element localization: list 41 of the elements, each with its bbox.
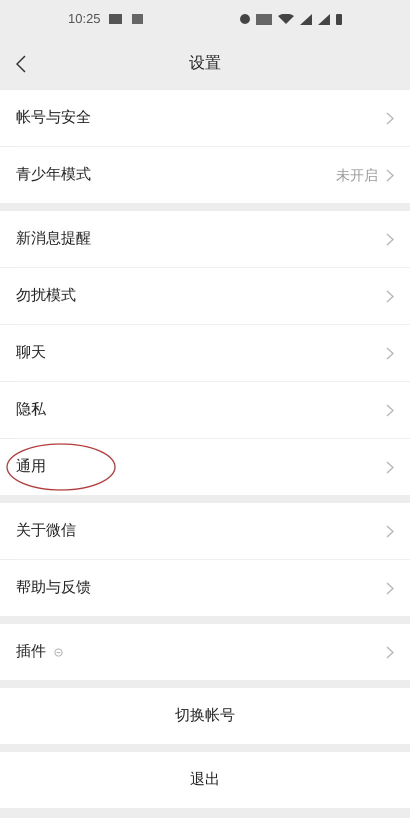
row-label: 聊天 xyxy=(16,342,46,363)
back-icon[interactable] xyxy=(16,55,26,73)
settings-row[interactable]: 插件 xyxy=(0,624,410,680)
chevron-right-icon xyxy=(386,582,394,594)
row-value: 未开启 xyxy=(336,166,378,184)
row-label: 帮助与反馈 xyxy=(16,578,91,598)
action-button[interactable]: 切换帐号 xyxy=(0,688,410,744)
chevron-right-icon xyxy=(386,290,394,302)
row-label: 帐号与安全 xyxy=(16,108,91,128)
row-label: 勿扰模式 xyxy=(16,286,76,306)
chevron-right-icon xyxy=(386,168,394,182)
row-label: 通用 xyxy=(16,456,46,477)
settings-row[interactable]: 帐号与安全 xyxy=(0,90,410,146)
row-label: 新消息提醒 xyxy=(16,228,91,249)
chevron-right-icon xyxy=(386,524,394,538)
row-label: 关于微信 xyxy=(16,520,76,541)
chevron-right-icon xyxy=(386,112,394,124)
signal-icon xyxy=(300,14,312,24)
settings-row[interactable]: 聊天 xyxy=(0,325,410,381)
settings-row[interactable]: 通用 xyxy=(0,439,410,495)
settings-row[interactable]: 勿扰模式 xyxy=(0,268,410,324)
chevron-right-icon xyxy=(386,232,394,246)
chevron-right-icon xyxy=(386,646,394,658)
settings-row[interactable]: 关于微信 xyxy=(0,503,410,559)
chevron-right-icon xyxy=(386,346,394,360)
chevron-right-icon xyxy=(386,404,394,416)
row-label: 插件 xyxy=(16,642,46,662)
settings-row[interactable]: 隐私 xyxy=(0,382,410,438)
status-time: 10:25 xyxy=(68,10,101,28)
row-label: 青少年模式 xyxy=(16,164,91,185)
alarm-icon xyxy=(240,14,250,24)
chevron-right-icon xyxy=(386,460,394,474)
action-button[interactable]: 退出 xyxy=(0,752,410,808)
page-title: 设置 xyxy=(189,54,221,74)
settings-row[interactable]: 帮助与反馈 xyxy=(0,560,410,616)
signal-icon xyxy=(318,14,330,24)
settings-row[interactable]: 新消息提醒 xyxy=(0,211,410,267)
wifi-icon xyxy=(278,14,294,24)
battery-icon xyxy=(336,14,342,24)
row-label: 隐私 xyxy=(16,400,46,420)
settings-row[interactable]: 青少年模式 未开启 xyxy=(0,147,410,203)
